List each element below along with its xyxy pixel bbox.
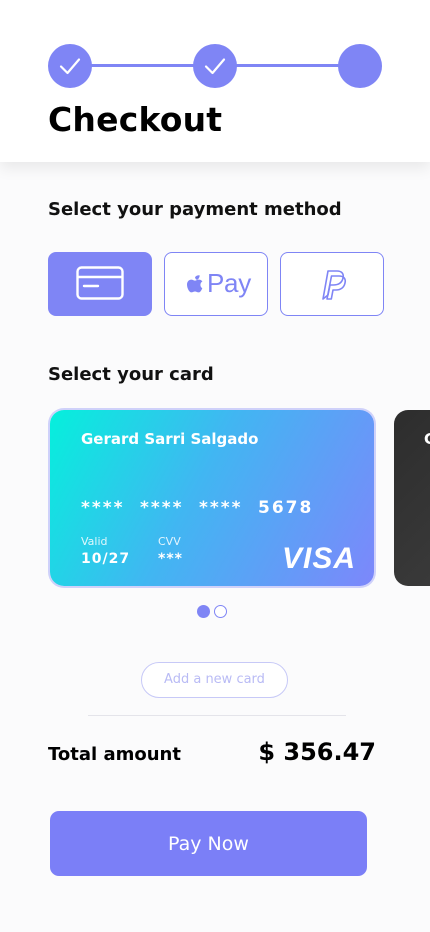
visa-logo: VISA [282,542,357,575]
divider [88,715,346,716]
step-2-completed [193,44,237,88]
add-new-card-button[interactable]: Add a new card [141,662,288,698]
step-3-current [338,44,382,88]
page-title: Checkout [48,100,223,139]
card-valid-value: 10/27 [81,551,131,567]
card-valid-label: Valid [81,535,108,548]
total-amount-value: $ 356.47 [258,738,376,766]
checkout-screen: Checkout Select your payment method Pay … [0,0,430,932]
apple-icon [187,275,203,293]
card-cvv-label: CVV [158,535,181,548]
credit-card-secondary[interactable]: G [394,410,430,586]
paypal-icon [322,270,347,300]
credit-card-icon [76,266,124,300]
header: Checkout [0,0,430,162]
step-1-completed [48,44,92,88]
payment-option-paypal[interactable] [280,252,384,316]
check-icon [204,58,226,75]
card-holder-name: Gerard Sarri Salgado [81,430,259,448]
card-number-group: **** [81,498,125,518]
credit-card-visa[interactable]: Gerard Sarri Salgado **** **** **** 5678… [50,410,374,586]
card-holder-initial: G [424,430,430,448]
pagination-dot[interactable] [214,605,227,618]
check-icon [59,58,81,75]
pagination-dot-active[interactable] [197,605,210,618]
total-amount-label: Total amount [48,744,181,765]
payment-option-apple-pay[interactable]: Pay [164,252,268,316]
progress-stepper [48,44,382,88]
apple-pay-label: Pay [207,268,251,298]
pay-now-button[interactable]: Pay Now [50,811,367,876]
card-number-group: **** [140,498,184,518]
card-number-last4: 5678 [258,498,314,518]
card-pagination [197,605,231,619]
payment-option-credit-card[interactable] [48,252,152,316]
card-number-group: **** [199,498,243,518]
select-card-title: Select your card [48,364,214,385]
card-cvv-value: *** [158,551,183,567]
payment-method-title: Select your payment method [48,199,342,220]
